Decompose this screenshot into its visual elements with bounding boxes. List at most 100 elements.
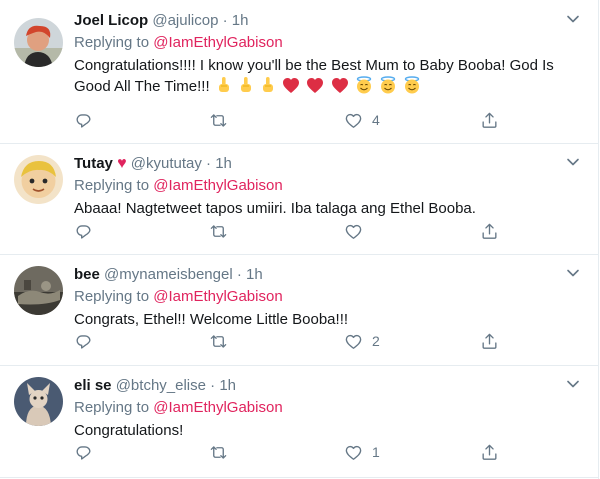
- like-button[interactable]: 1: [344, 442, 380, 462]
- retweet-icon: [210, 445, 227, 459]
- retweet-button[interactable]: [209, 331, 228, 351]
- tweet-text-content: Congratulations!: [74, 422, 184, 439]
- avatar[interactable]: [14, 18, 63, 67]
- like-count: 4: [372, 112, 380, 128]
- tweet-header: Tutay ♥ @kyututay · 1h: [74, 154, 232, 174]
- tweet-header: bee @mynameisbengel · 1h: [74, 265, 263, 285]
- timestamp[interactable]: 1h: [219, 377, 236, 394]
- mention-link[interactable]: @IamEthylGabison: [153, 34, 282, 51]
- pointing-up-hand-icon: [218, 77, 229, 92]
- pointing-up-hand-icon: [263, 77, 274, 92]
- mention-link[interactable]: @IamEthylGabison: [153, 288, 282, 305]
- red-heart-icon: [283, 78, 300, 93]
- replying-label: Replying to: [74, 399, 150, 416]
- reply-button[interactable]: [74, 442, 93, 462]
- tweet-header: Joel Licop @ajulicop · 1h: [74, 11, 248, 31]
- replying-label: Replying to: [74, 177, 150, 194]
- tweet[interactable]: Tutay ♥ @kyututay · 1h Replying to @IamE…: [0, 143, 598, 255]
- chevron-down-icon[interactable]: [566, 266, 580, 280]
- reply-feed: Joel Licop @ajulicop · 1h Replying to @I…: [0, 0, 599, 479]
- red-heart-icon: [331, 78, 348, 93]
- avatar[interactable]: [14, 155, 63, 204]
- avatar[interactable]: [14, 377, 63, 426]
- tweet[interactable]: bee @mynameisbengel · 1h Replying to @Ia…: [0, 254, 598, 366]
- chevron-down-icon[interactable]: [566, 155, 580, 169]
- separator: ·: [222, 12, 228, 29]
- avatar[interactable]: [14, 266, 63, 315]
- retweet-button[interactable]: [209, 110, 228, 130]
- display-name[interactable]: Joel Licop: [74, 12, 148, 29]
- timestamp[interactable]: 1h: [215, 155, 232, 172]
- reply-icon: [76, 113, 91, 128]
- like-count: 1: [372, 444, 380, 460]
- user-handle[interactable]: @ajulicop: [152, 12, 218, 29]
- user-handle[interactable]: @mynameisbengel: [104, 266, 233, 283]
- display-name[interactable]: eli se: [74, 377, 112, 394]
- pointing-up-hand-icon: [240, 77, 251, 92]
- share-icon: [482, 444, 497, 460]
- heart-icon: [345, 445, 362, 460]
- retweet-button[interactable]: [209, 442, 228, 462]
- replying-label: Replying to: [74, 288, 150, 305]
- tweet-text: Congratulations!: [74, 420, 554, 441]
- mention-link[interactable]: @IamEthylGabison: [153, 399, 282, 416]
- share-button[interactable]: [480, 442, 499, 462]
- user-handle[interactable]: @btchy_elise: [116, 377, 206, 394]
- tweet[interactable]: Joel Licop @ajulicop · 1h Replying to @I…: [0, 0, 598, 144]
- display-name[interactable]: bee: [74, 266, 100, 283]
- tweet-text-content: Congrats, Ethel!! Welcome Little Booba!!…: [74, 311, 349, 328]
- share-button[interactable]: [480, 221, 499, 241]
- reply-button[interactable]: [74, 331, 93, 351]
- share-icon: [482, 112, 497, 128]
- like-button[interactable]: 4: [344, 110, 380, 130]
- timestamp[interactable]: 1h: [232, 12, 249, 29]
- tweet-text: Congratulations!!!! I know you'll be the…: [74, 55, 554, 97]
- reply-button[interactable]: [74, 110, 93, 130]
- heart-icon: [345, 113, 362, 128]
- retweet-button[interactable]: [209, 221, 228, 241]
- tweet[interactable]: eli se @btchy_elise · 1h Replying to @Ia…: [0, 365, 598, 478]
- reply-icon: [76, 224, 91, 239]
- red-heart-icon: [307, 78, 324, 93]
- name-heart-icon: ♥: [117, 155, 127, 172]
- separator: ·: [206, 155, 212, 172]
- smiling-face-with-halo-icon: [356, 76, 372, 94]
- chevron-down-icon[interactable]: [566, 377, 580, 391]
- retweet-icon: [210, 113, 227, 127]
- replying-to: Replying to @IamEthylGabison: [74, 398, 283, 418]
- reply-icon: [76, 334, 91, 349]
- action-bar: 4: [74, 110, 504, 130]
- replying-to: Replying to @IamEthylGabison: [74, 287, 283, 307]
- tweet-text: Abaaa! Nagtetweet tapos umiiri. Iba tala…: [74, 198, 554, 219]
- retweet-icon: [210, 224, 227, 238]
- reply-button[interactable]: [74, 221, 93, 241]
- display-name[interactable]: Tutay: [74, 155, 113, 172]
- separator: ·: [236, 266, 242, 283]
- separator: ·: [210, 377, 216, 394]
- chevron-down-icon[interactable]: [566, 12, 580, 26]
- tweet-text-content: Abaaa! Nagtetweet tapos umiiri. Iba tala…: [74, 200, 476, 217]
- smiling-face-with-halo-icon: [404, 76, 420, 94]
- timestamp[interactable]: 1h: [246, 266, 263, 283]
- tweet-text: Congrats, Ethel!! Welcome Little Booba!!…: [74, 309, 554, 330]
- mention-link[interactable]: @IamEthylGabison: [153, 177, 282, 194]
- share-icon: [482, 333, 497, 349]
- like-count: 2: [372, 333, 380, 349]
- action-bar: 2: [74, 331, 504, 351]
- like-button[interactable]: [344, 221, 372, 241]
- share-button[interactable]: [480, 110, 499, 130]
- action-bar: 1: [74, 442, 504, 462]
- emoji-row: [214, 76, 421, 95]
- smiling-face-with-halo-icon: [380, 76, 396, 94]
- like-button[interactable]: 2: [344, 331, 380, 351]
- action-bar: [74, 221, 504, 241]
- replying-to: Replying to @IamEthylGabison: [74, 176, 283, 196]
- share-icon: [482, 223, 497, 239]
- share-button[interactable]: [480, 331, 499, 351]
- heart-icon: [345, 224, 362, 239]
- replying-label: Replying to: [74, 34, 150, 51]
- user-handle[interactable]: @kyututay: [131, 155, 202, 172]
- reply-icon: [76, 445, 91, 460]
- replying-to: Replying to @IamEthylGabison: [74, 33, 283, 53]
- heart-icon: [345, 334, 362, 349]
